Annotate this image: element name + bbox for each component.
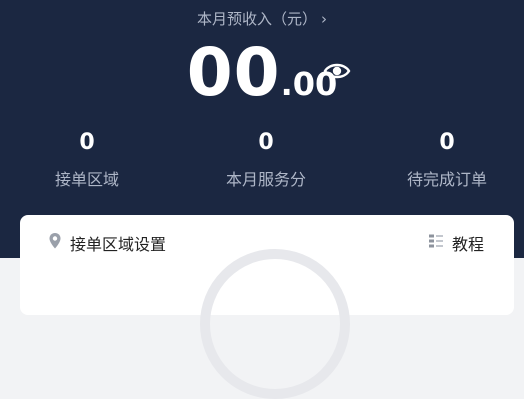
income-amount: 00.00: [0, 40, 524, 106]
income-title-text: 本月预收入（元）: [196, 10, 317, 28]
stat-service-score-value: 0: [258, 130, 274, 155]
chevron-right-icon: ›: [321, 10, 327, 28]
tutorial-label: 教程: [451, 235, 484, 254]
monthly-income-link[interactable]: 本月预收入（元） ›: [0, 8, 524, 29]
tutorial-button[interactable]: 教程: [428, 231, 484, 255]
eye-icon[interactable]: [323, 61, 351, 81]
stat-pending-orders[interactable]: 0 待完成订单: [367, 130, 524, 190]
order-area-settings[interactable]: 接单区域设置: [48, 231, 166, 255]
stat-pending-orders-value: 0: [439, 130, 455, 155]
amount-integer: 00: [186, 34, 281, 111]
stat-order-area[interactable]: 0 接单区域: [7, 130, 167, 190]
stat-service-score-label: 本月服务分: [225, 170, 306, 189]
stat-order-area-value: 0: [79, 130, 95, 155]
progress-ring: [200, 249, 350, 399]
order-area-card: 接单区域设置 教程: [20, 215, 514, 399]
order-area-settings-label: 接单区域设置: [70, 235, 167, 254]
list-icon: [428, 234, 443, 248]
stat-service-score[interactable]: 0 本月服务分: [186, 130, 346, 190]
stat-order-area-label: 接单区域: [54, 170, 119, 189]
stat-pending-orders-label: 待完成订单: [406, 170, 487, 189]
